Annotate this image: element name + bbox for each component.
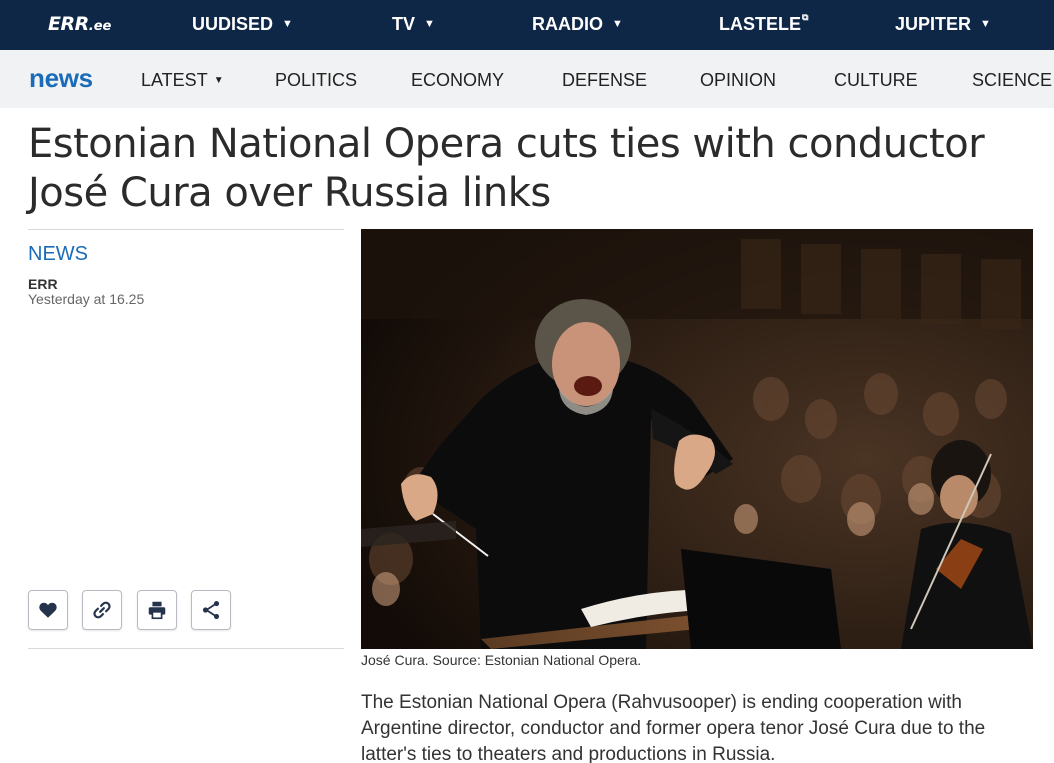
print-button[interactable] [137,590,177,630]
subnav-opinion[interactable]: OPINION [700,70,776,90]
nav-uudised-label: UUDISED [192,13,274,34]
nav-lastele-label: LASTELE [719,13,802,34]
caret-down-icon: ▼ [980,18,991,30]
subnav-politics[interactable]: POLITICS [275,70,357,90]
article-date: Yesterday at 16.25 [28,291,145,307]
subnav-economy[interactable]: ECONOMY [411,70,504,90]
subnav-culture[interactable]: CULTURE [834,70,918,90]
article-hero-image[interactable] [361,229,1033,649]
nav-jupiter[interactable]: JUPITER ▼ [895,12,991,36]
nav-raadio[interactable]: RAADIO ▼ [532,12,623,36]
external-link-icon: ⧉ [802,11,809,22]
copy-link-button[interactable] [82,590,122,630]
section-navigation-bar: news LATEST ▼ POLITICS ECONOMY DEFENSE OP… [0,50,1054,108]
nav-lastele[interactable]: LASTELE ⧉ [719,12,808,36]
meta-top-divider [28,229,344,230]
article-lead-paragraph: The Estonian National Opera (Rahvusooper… [361,692,986,763]
like-button[interactable] [28,590,68,630]
article-author: ERR [28,276,58,292]
subnav-defense[interactable]: DEFENSE [562,70,647,90]
headline-line-2: José Cura over Russia links [28,170,551,216]
link-icon [93,601,111,619]
nav-raadio-label: RAADIO [532,13,603,34]
nav-tv-label: TV [392,13,416,34]
nav-jupiter-label: JUPITER [895,13,972,34]
caret-down-icon: ▼ [282,18,293,30]
article-category[interactable]: NEWS [28,243,88,266]
subnav-latest-label: LATEST [141,69,208,90]
nav-uudised[interactable]: UUDISED ▼ [192,12,293,36]
subnav-latest[interactable]: LATEST ▼ [141,70,224,90]
article-headline: Estonian National Opera cuts ties with c… [28,120,1028,218]
nav-tv[interactable]: TV ▼ [392,12,435,36]
top-navigation-bar: ERR .ee UUDISED ▼ TV ▼ RAADIO ▼ LASTELE ⧉ JUP… [0,0,1054,50]
heart-icon [39,602,57,618]
image-caption: José Cura. Source: Estonian National Ope… [361,652,642,668]
conductor-photo [361,229,1033,649]
subnav-science[interactable]: SCIENCE [972,70,1052,90]
print-icon [148,601,166,620]
caret-down-icon: ▼ [424,18,435,30]
headline-line-1: Estonian National Opera cuts ties with c… [28,121,985,167]
meta-bottom-divider [28,648,344,649]
news-brand-logo[interactable]: news [29,63,93,94]
caret-down-icon: ▼ [213,74,224,86]
share-icon [202,601,220,619]
err-logo[interactable]: ERR .ee [48,13,111,37]
share-button[interactable] [191,590,231,630]
caret-down-icon: ▼ [612,18,623,30]
